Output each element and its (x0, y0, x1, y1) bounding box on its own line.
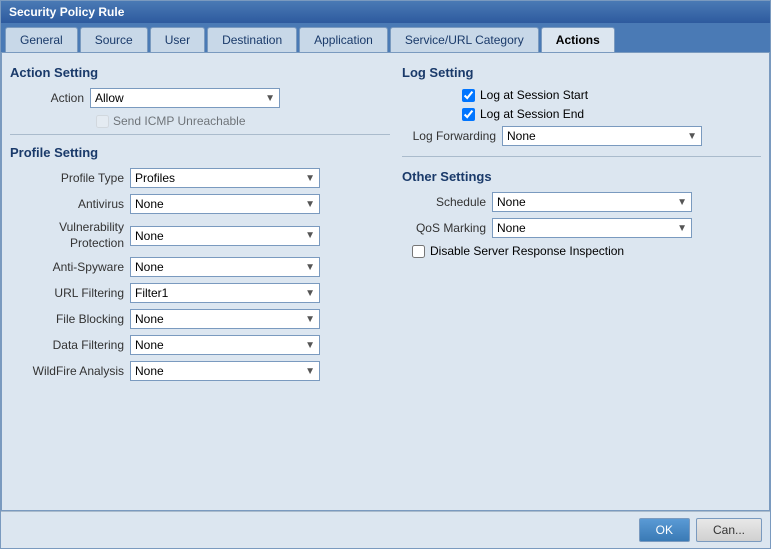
left-panel: Action Setting Action Allow ▼ Send ICMP … (10, 61, 390, 502)
url-filtering-select[interactable]: Filter1 ▼ (130, 283, 320, 303)
dialog: Security Policy Rule General Source User… (0, 0, 771, 549)
schedule-select[interactable]: None ▼ (492, 192, 692, 212)
log-forwarding-value: None (507, 129, 536, 143)
antispyware-label: Anti-Spyware (10, 260, 130, 274)
data-filtering-label: Data Filtering (10, 338, 130, 352)
wildfire-select[interactable]: None ▼ (130, 361, 320, 381)
schedule-arrow: ▼ (677, 197, 687, 208)
profile-type-label: Profile Type (10, 171, 130, 185)
wildfire-row: WildFire Analysis None ▼ (10, 361, 390, 381)
antivirus-row: Antivirus None ▼ (10, 194, 390, 214)
log-forwarding-row: Log Forwarding None ▼ (402, 126, 761, 146)
schedule-label: Schedule (402, 195, 492, 209)
send-icmp-label: Send ICMP Unreachable (113, 114, 246, 128)
send-icmp-checkbox[interactable] (96, 115, 109, 128)
url-filtering-row: URL Filtering Filter1 ▼ (10, 283, 390, 303)
data-filtering-select[interactable]: None ▼ (130, 335, 320, 355)
url-filtering-value: Filter1 (135, 286, 168, 300)
profile-type-row: Profile Type Profiles ▼ (10, 168, 390, 188)
log-session-start-checkbox[interactable] (462, 89, 475, 102)
tab-general[interactable]: General (5, 27, 78, 52)
vuln-value: None (135, 229, 164, 243)
profile-setting-title: Profile Setting (10, 145, 390, 160)
data-filtering-arrow: ▼ (305, 340, 315, 351)
log-forwarding-label: Log Forwarding (402, 129, 502, 143)
log-forwarding-select[interactable]: None ▼ (502, 126, 702, 146)
log-setting-title: Log Setting (402, 65, 761, 80)
action-setting-title: Action Setting (10, 65, 390, 80)
antivirus-arrow: ▼ (305, 199, 315, 210)
vuln-label: VulnerabilityProtection (10, 220, 130, 251)
right-panel: Log Setting Log at Session Start Log at … (402, 61, 761, 502)
file-blocking-value: None (135, 312, 164, 326)
tab-actions[interactable]: Actions (541, 27, 615, 52)
qos-arrow: ▼ (677, 223, 687, 234)
antispyware-arrow: ▼ (305, 262, 315, 273)
qos-row: QoS Marking None ▼ (402, 218, 761, 238)
data-filtering-row: Data Filtering None ▼ (10, 335, 390, 355)
main-area: Action Setting Action Allow ▼ Send ICMP … (10, 61, 761, 502)
log-setting-section: Log Setting Log at Session Start Log at … (402, 65, 761, 146)
data-filtering-value: None (135, 338, 164, 352)
disable-server-row: Disable Server Response Inspection (412, 244, 761, 258)
disable-server-checkbox[interactable] (412, 245, 425, 258)
file-blocking-arrow: ▼ (305, 314, 315, 325)
qos-value: None (497, 221, 526, 235)
antivirus-value: None (135, 197, 164, 211)
log-session-start-row: Log at Session Start (462, 88, 761, 102)
schedule-value: None (497, 195, 526, 209)
send-icmp-row: Send ICMP Unreachable (96, 114, 390, 128)
file-blocking-label: File Blocking (10, 312, 130, 326)
tab-application[interactable]: Application (299, 27, 388, 52)
antispyware-select[interactable]: None ▼ (130, 257, 320, 277)
wildfire-label: WildFire Analysis (10, 364, 130, 378)
profile-type-select[interactable]: Profiles ▼ (130, 168, 320, 188)
footer: OK Can... (1, 511, 770, 548)
profile-type-arrow: ▼ (305, 173, 315, 184)
antivirus-select[interactable]: None ▼ (130, 194, 320, 214)
action-row: Action Allow ▼ (10, 88, 390, 108)
cancel-button[interactable]: Can... (696, 518, 762, 542)
antispyware-value: None (135, 260, 164, 274)
other-settings-title: Other Settings (402, 169, 761, 184)
wildfire-arrow: ▼ (305, 366, 315, 377)
wildfire-value: None (135, 364, 164, 378)
log-checkboxes: Log at Session Start Log at Session End (462, 88, 761, 121)
file-blocking-row: File Blocking None ▼ (10, 309, 390, 329)
title-bar: Security Policy Rule (1, 1, 770, 23)
vuln-arrow: ▼ (305, 230, 315, 241)
log-session-end-row: Log at Session End (462, 107, 761, 121)
tab-destination[interactable]: Destination (207, 27, 297, 52)
qos-select[interactable]: None ▼ (492, 218, 692, 238)
log-session-end-checkbox[interactable] (462, 108, 475, 121)
action-dropdown-arrow: ▼ (265, 93, 275, 104)
dialog-title: Security Policy Rule (9, 5, 124, 19)
antivirus-label: Antivirus (10, 197, 130, 211)
ok-button[interactable]: OK (639, 518, 690, 542)
content-area: Action Setting Action Allow ▼ Send ICMP … (1, 52, 770, 511)
tab-user[interactable]: User (150, 27, 205, 52)
qos-label: QoS Marking (402, 221, 492, 235)
antispyware-row: Anti-Spyware None ▼ (10, 257, 390, 277)
profile-type-value: Profiles (135, 171, 175, 185)
vuln-select[interactable]: None ▼ (130, 226, 320, 246)
vuln-row: VulnerabilityProtection None ▼ (10, 220, 390, 251)
action-select[interactable]: Allow ▼ (90, 88, 280, 108)
action-label: Action (10, 91, 90, 105)
action-value: Allow (95, 91, 124, 105)
url-filtering-label: URL Filtering (10, 286, 130, 300)
profile-rows: Antivirus None ▼ VulnerabilityProtection… (10, 194, 390, 381)
url-filtering-arrow: ▼ (305, 288, 315, 299)
other-settings-section: Other Settings Schedule None ▼ QoS Marki… (402, 169, 761, 258)
file-blocking-select[interactable]: None ▼ (130, 309, 320, 329)
log-session-end-label: Log at Session End (480, 107, 584, 121)
log-forwarding-arrow: ▼ (687, 131, 697, 142)
schedule-row: Schedule None ▼ (402, 192, 761, 212)
tabs-bar: General Source User Destination Applicat… (1, 23, 770, 52)
tab-service-url[interactable]: Service/URL Category (390, 27, 539, 52)
disable-server-label: Disable Server Response Inspection (430, 244, 624, 258)
tab-source[interactable]: Source (80, 27, 148, 52)
log-session-start-label: Log at Session Start (480, 88, 588, 102)
